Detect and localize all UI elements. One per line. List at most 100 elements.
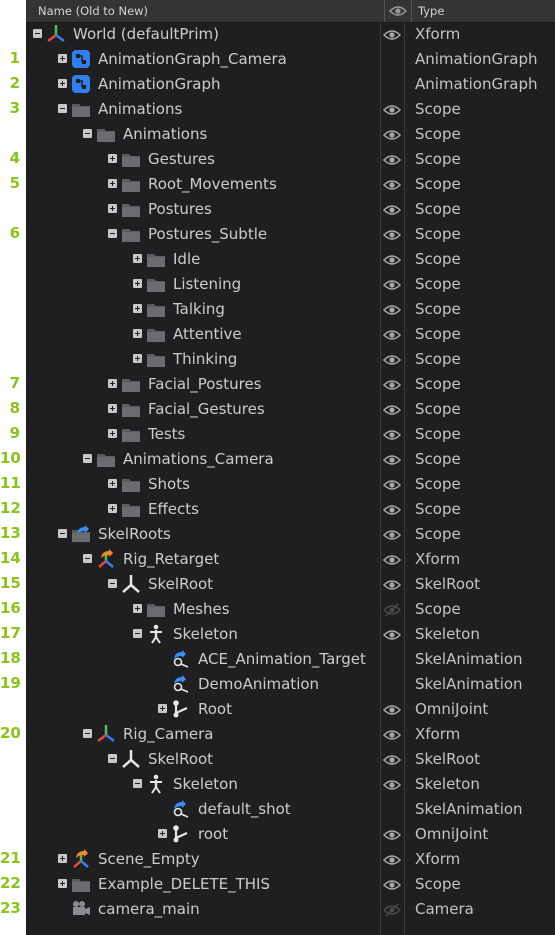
visibility-toggle[interactable] bbox=[382, 852, 402, 866]
tree-row[interactable]: World (defaultPrim) Xform bbox=[0, 22, 555, 47]
tree-row[interactable]: 1 AnimationGraph_Camera AnimationGraph bbox=[0, 47, 555, 72]
tree-row[interactable]: Attentive Scope bbox=[0, 322, 555, 347]
visibility-toggle[interactable] bbox=[382, 252, 402, 266]
expand-icon[interactable] bbox=[58, 879, 67, 888]
expand-icon[interactable] bbox=[133, 329, 142, 338]
tree-row[interactable]: SkelRoot SkelRoot bbox=[0, 747, 555, 772]
collapse-icon[interactable] bbox=[108, 229, 117, 238]
visibility-toggle[interactable] bbox=[382, 502, 402, 516]
expand-icon[interactable] bbox=[58, 79, 67, 88]
tree-row[interactable]: Thinking Scope bbox=[0, 347, 555, 372]
collapse-icon[interactable] bbox=[133, 629, 142, 638]
visibility-toggle[interactable] bbox=[382, 302, 402, 316]
tree-row[interactable]: 11 Shots Scope bbox=[0, 472, 555, 497]
visibility-toggle[interactable] bbox=[382, 177, 402, 191]
collapse-icon[interactable] bbox=[83, 554, 92, 563]
expand-icon[interactable] bbox=[108, 379, 117, 388]
collapse-icon[interactable] bbox=[58, 104, 67, 113]
visibility-toggle[interactable] bbox=[382, 227, 402, 241]
expand-icon[interactable] bbox=[58, 54, 67, 63]
tree-row[interactable]: Postures Scope bbox=[0, 197, 555, 222]
visibility-toggle[interactable] bbox=[382, 277, 402, 291]
tree-row[interactable]: 9 Tests Scope bbox=[0, 422, 555, 447]
visibility-toggle[interactable] bbox=[382, 452, 402, 466]
collapse-icon[interactable] bbox=[83, 454, 92, 463]
visibility-column-header[interactable] bbox=[384, 0, 412, 22]
visibility-toggle[interactable] bbox=[382, 577, 402, 591]
expand-icon[interactable] bbox=[133, 254, 142, 263]
tree-row[interactable]: 23 camera_main Camera bbox=[0, 897, 555, 922]
expand-icon[interactable] bbox=[108, 179, 117, 188]
expand-icon[interactable] bbox=[133, 279, 142, 288]
expand-icon[interactable] bbox=[133, 354, 142, 363]
visibility-toggle[interactable] bbox=[382, 152, 402, 166]
tree-row[interactable]: 4 Gestures Scope bbox=[0, 147, 555, 172]
expand-icon[interactable] bbox=[108, 429, 117, 438]
tree-row[interactable]: 15 SkelRoot SkelRoot bbox=[0, 572, 555, 597]
expand-icon[interactable] bbox=[108, 154, 117, 163]
tree-row[interactable]: 19 DemoAnimation SkelAnimation bbox=[0, 672, 555, 697]
tree-row[interactable]: 16 Meshes Scope bbox=[0, 597, 555, 622]
expand-icon[interactable] bbox=[133, 604, 142, 613]
visibility-toggle[interactable] bbox=[382, 627, 402, 641]
visibility-toggle[interactable] bbox=[382, 477, 402, 491]
tree-row[interactable]: 21 Scene_Empty Xform bbox=[0, 847, 555, 872]
tree-row[interactable]: Root OmniJoint bbox=[0, 697, 555, 722]
collapse-icon[interactable] bbox=[108, 754, 117, 763]
collapse-icon[interactable] bbox=[58, 529, 67, 538]
expand-icon[interactable] bbox=[108, 479, 117, 488]
tree-row[interactable]: 3 Animations Scope bbox=[0, 97, 555, 122]
tree-row[interactable]: Listening Scope bbox=[0, 272, 555, 297]
expand-icon[interactable] bbox=[108, 404, 117, 413]
tree-row[interactable]: 17 Skeleton Skeleton bbox=[0, 622, 555, 647]
visibility-toggle[interactable] bbox=[382, 602, 402, 617]
visibility-toggle[interactable] bbox=[382, 327, 402, 341]
tree-row[interactable]: 14 Rig_Retarget Xform bbox=[0, 547, 555, 572]
tree-row[interactable]: 6 Postures_Subtle Scope bbox=[0, 222, 555, 247]
tree-row[interactable]: Idle Scope bbox=[0, 247, 555, 272]
expand-icon[interactable] bbox=[158, 829, 167, 838]
name-column-header[interactable]: Name (Old to New) bbox=[38, 4, 148, 18]
tree-row[interactable]: 8 Facial_Gestures Scope bbox=[0, 397, 555, 422]
visibility-toggle[interactable] bbox=[382, 127, 402, 141]
visibility-toggle[interactable] bbox=[382, 702, 402, 716]
tree-row[interactable]: 2 AnimationGraph AnimationGraph bbox=[0, 72, 555, 97]
visibility-toggle[interactable] bbox=[382, 377, 402, 391]
visibility-toggle[interactable] bbox=[382, 202, 402, 216]
tree-row[interactable]: default_shot SkelAnimation bbox=[0, 797, 555, 822]
tree-row[interactable]: Animations Scope bbox=[0, 122, 555, 147]
collapse-icon[interactable] bbox=[83, 129, 92, 138]
visibility-toggle[interactable] bbox=[382, 827, 402, 841]
tree-row[interactable]: root OmniJoint bbox=[0, 822, 555, 847]
tree-row[interactable]: 12 Effects Scope bbox=[0, 497, 555, 522]
expand-icon[interactable] bbox=[58, 854, 67, 863]
visibility-toggle[interactable] bbox=[382, 902, 402, 917]
visibility-toggle[interactable] bbox=[382, 427, 402, 441]
visibility-toggle[interactable] bbox=[382, 27, 402, 41]
tree-row[interactable]: 20 Rig_Camera Xform bbox=[0, 722, 555, 747]
expand-icon[interactable] bbox=[133, 304, 142, 313]
visibility-toggle[interactable] bbox=[382, 727, 402, 741]
expand-icon[interactable] bbox=[158, 704, 167, 713]
visibility-toggle[interactable] bbox=[382, 352, 402, 366]
visibility-toggle[interactable] bbox=[382, 752, 402, 766]
visibility-toggle[interactable] bbox=[382, 102, 402, 116]
expand-icon[interactable] bbox=[108, 204, 117, 213]
collapse-icon[interactable] bbox=[133, 779, 142, 788]
tree-row[interactable]: 13 SkelRoots Scope bbox=[0, 522, 555, 547]
tree-row[interactable]: Skeleton Skeleton bbox=[0, 772, 555, 797]
collapse-icon[interactable] bbox=[108, 579, 117, 588]
tree-row[interactable]: 22 Example_DELETE_THIS Scope bbox=[0, 872, 555, 897]
visibility-toggle[interactable] bbox=[382, 777, 402, 791]
visibility-toggle[interactable] bbox=[382, 402, 402, 416]
collapse-icon[interactable] bbox=[83, 729, 92, 738]
type-column-header[interactable]: Type bbox=[418, 4, 444, 18]
tree-row[interactable]: 5 Root_Movements Scope bbox=[0, 172, 555, 197]
tree-row[interactable]: 7 Facial_Postures Scope bbox=[0, 372, 555, 397]
tree-row[interactable]: Talking Scope bbox=[0, 297, 555, 322]
visibility-toggle[interactable] bbox=[382, 527, 402, 541]
tree-row[interactable]: 18 ACE_Animation_Target SkelAnimation bbox=[0, 647, 555, 672]
tree-row[interactable]: 10 Animations_Camera Scope bbox=[0, 447, 555, 472]
visibility-toggle[interactable] bbox=[382, 877, 402, 891]
collapse-icon[interactable] bbox=[33, 29, 42, 38]
